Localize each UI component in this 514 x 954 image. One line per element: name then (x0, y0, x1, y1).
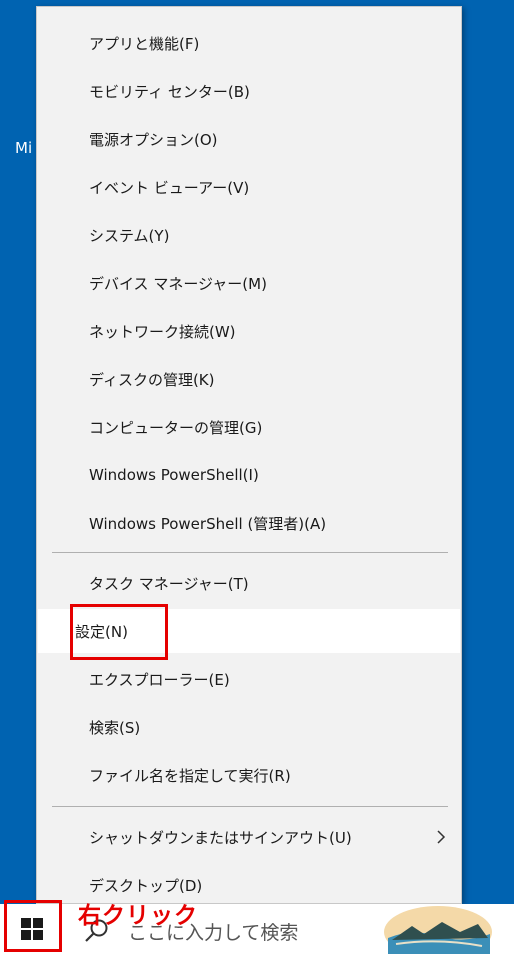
menu-item-label: ファイル名を指定して実行(R) (89, 766, 291, 785)
menu-item-power-options[interactable]: 電源オプション(O) (38, 117, 460, 161)
menu-item-label: デスクトップ(D) (89, 876, 203, 895)
menu-item-label: 設定(N) (75, 622, 128, 641)
menu-separator (52, 552, 448, 553)
right-click-annotation: 右クリック (78, 903, 198, 929)
menu-item-run[interactable]: ファイル名を指定して実行(R) (38, 753, 460, 797)
menu-item-powershell-admin[interactable]: Windows PowerShell (管理者)(A) (38, 501, 460, 545)
menu-item-device-manager[interactable]: デバイス マネージャー(M) (38, 261, 460, 305)
menu-item-label: システム(Y) (89, 226, 170, 245)
menu-item-label: Windows PowerShell(I) (89, 466, 259, 484)
menu-item-label: デバイス マネージャー(M) (89, 274, 267, 293)
menu-item-computer-management[interactable]: コンピューターの管理(G) (38, 405, 460, 449)
menu-item-label: 電源オプション(O) (89, 130, 218, 149)
menu-item-search[interactable]: 検索(S) (38, 705, 460, 749)
menu-item-label: イベント ビューアー(V) (89, 178, 250, 197)
menu-item-disk-management[interactable]: ディスクの管理(K) (38, 357, 460, 401)
menu-item-label: アプリと機能(F) (89, 34, 200, 53)
menu-item-settings[interactable]: 設定(N) (38, 609, 460, 653)
menu-item-shutdown-signout[interactable]: シャットダウンまたはサインアウト(U) (38, 815, 460, 859)
windows-logo-icon (21, 918, 43, 940)
chevron-right-icon (437, 830, 446, 844)
menu-item-label: タスク マネージャー(T) (89, 574, 249, 593)
search-highlight-art (384, 906, 492, 954)
menu-item-label: モビリティ センター(B) (89, 82, 250, 101)
menu-item-network-connections[interactable]: ネットワーク接続(W) (38, 309, 460, 353)
menu-item-label: コンピューターの管理(G) (89, 418, 263, 437)
menu-item-event-viewer[interactable]: イベント ビューアー(V) (38, 165, 460, 209)
menu-item-label: エクスプローラー(E) (89, 670, 230, 689)
menu-item-label: シャットダウンまたはサインアウト(U) (89, 828, 352, 847)
start-button[interactable] (0, 904, 64, 954)
menu-item-powershell[interactable]: Windows PowerShell(I) (38, 453, 460, 497)
menu-item-apps-and-features[interactable]: アプリと機能(F) (38, 21, 460, 65)
menu-item-mobility-center[interactable]: モビリティ センター(B) (38, 69, 460, 113)
menu-separator (52, 806, 448, 807)
menu-item-label: ネットワーク接続(W) (89, 322, 236, 341)
menu-item-system[interactable]: システム(Y) (38, 213, 460, 257)
menu-item-label: ディスクの管理(K) (89, 370, 215, 389)
menu-item-task-manager[interactable]: タスク マネージャー(T) (38, 561, 460, 605)
desktop-icon-label[interactable]: Mi (15, 139, 32, 157)
menu-item-label: 検索(S) (89, 718, 141, 737)
menu-item-explorer[interactable]: エクスプローラー(E) (38, 657, 460, 701)
start-context-menu: アプリと機能(F) モビリティ センター(B) 電源オプション(O) イベント … (36, 6, 462, 904)
menu-item-label: Windows PowerShell (管理者)(A) (89, 514, 327, 533)
